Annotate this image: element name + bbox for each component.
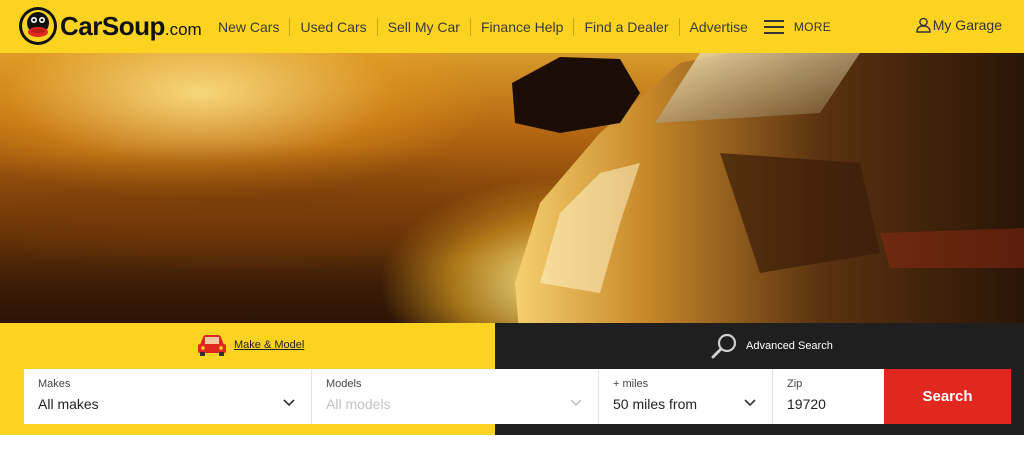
vehicle-search-form: Makes All makes Models All models + mile… bbox=[24, 369, 1011, 424]
chevron-down-icon bbox=[744, 399, 756, 407]
makes-select[interactable]: Makes All makes bbox=[24, 369, 312, 424]
search-tabs bbox=[0, 323, 1024, 435]
nav-advertise[interactable]: Advertise bbox=[680, 18, 758, 36]
models-label: Models bbox=[326, 378, 362, 390]
logo-suffix: .com bbox=[164, 19, 202, 39]
nav-find-a-dealer[interactable]: Find a Dealer bbox=[574, 17, 680, 36]
site-header: CarSoup.com New Cars Used Cars Sell My C… bbox=[0, 0, 1024, 53]
zip-label: Zip bbox=[787, 378, 803, 390]
nav-used-cars[interactable]: Used Cars bbox=[290, 17, 378, 36]
site-logo[interactable]: CarSoup.com bbox=[18, 6, 202, 46]
miles-select[interactable]: + miles 50 miles from bbox=[599, 369, 773, 424]
makes-label: Makes bbox=[38, 378, 71, 390]
zip-input[interactable] bbox=[787, 396, 867, 412]
miles-value: 50 miles from bbox=[613, 396, 698, 412]
my-garage-link[interactable]: My Garage bbox=[916, 17, 1002, 33]
logo-wordmark: CarSoup.com bbox=[60, 11, 202, 42]
models-select[interactable]: Models All models bbox=[312, 369, 599, 424]
nav-finance-help[interactable]: Finance Help bbox=[471, 17, 575, 36]
zip-field: Zip bbox=[773, 369, 884, 424]
miles-label: + miles bbox=[613, 378, 649, 390]
car-icon bbox=[198, 335, 226, 356]
hamburger-icon bbox=[763, 19, 784, 34]
nav-new-cars[interactable]: New Cars bbox=[208, 17, 291, 36]
car-silhouette bbox=[512, 53, 1024, 343]
user-icon bbox=[916, 17, 931, 33]
my-garage-label: My Garage bbox=[932, 17, 1002, 33]
hero-image bbox=[0, 53, 1024, 343]
chevron-down-icon bbox=[283, 399, 295, 407]
logo-name: CarSoup bbox=[60, 10, 165, 41]
nav-sell-my-car[interactable]: Sell My Car bbox=[378, 17, 471, 36]
make-model-tab-content[interactable]: Make & Model bbox=[196, 333, 304, 357]
magnifier-icon bbox=[711, 333, 737, 359]
make-model-tab-label: Make & Model bbox=[234, 339, 305, 351]
more-menu-button[interactable]: MORE bbox=[763, 19, 832, 34]
duck-mascot-icon bbox=[19, 7, 57, 45]
models-value: All models bbox=[326, 396, 391, 412]
advanced-search-tab-content[interactable]: Advanced Search bbox=[710, 333, 833, 359]
advanced-search-tab-label: Advanced Search bbox=[746, 340, 833, 352]
makes-value: All makes bbox=[38, 396, 99, 412]
chevron-down-icon bbox=[570, 399, 582, 407]
main-nav: New Cars Used Cars Sell My Car Finance H… bbox=[208, 0, 831, 53]
more-label: MORE bbox=[793, 19, 832, 34]
search-button[interactable]: Search bbox=[884, 369, 1011, 424]
